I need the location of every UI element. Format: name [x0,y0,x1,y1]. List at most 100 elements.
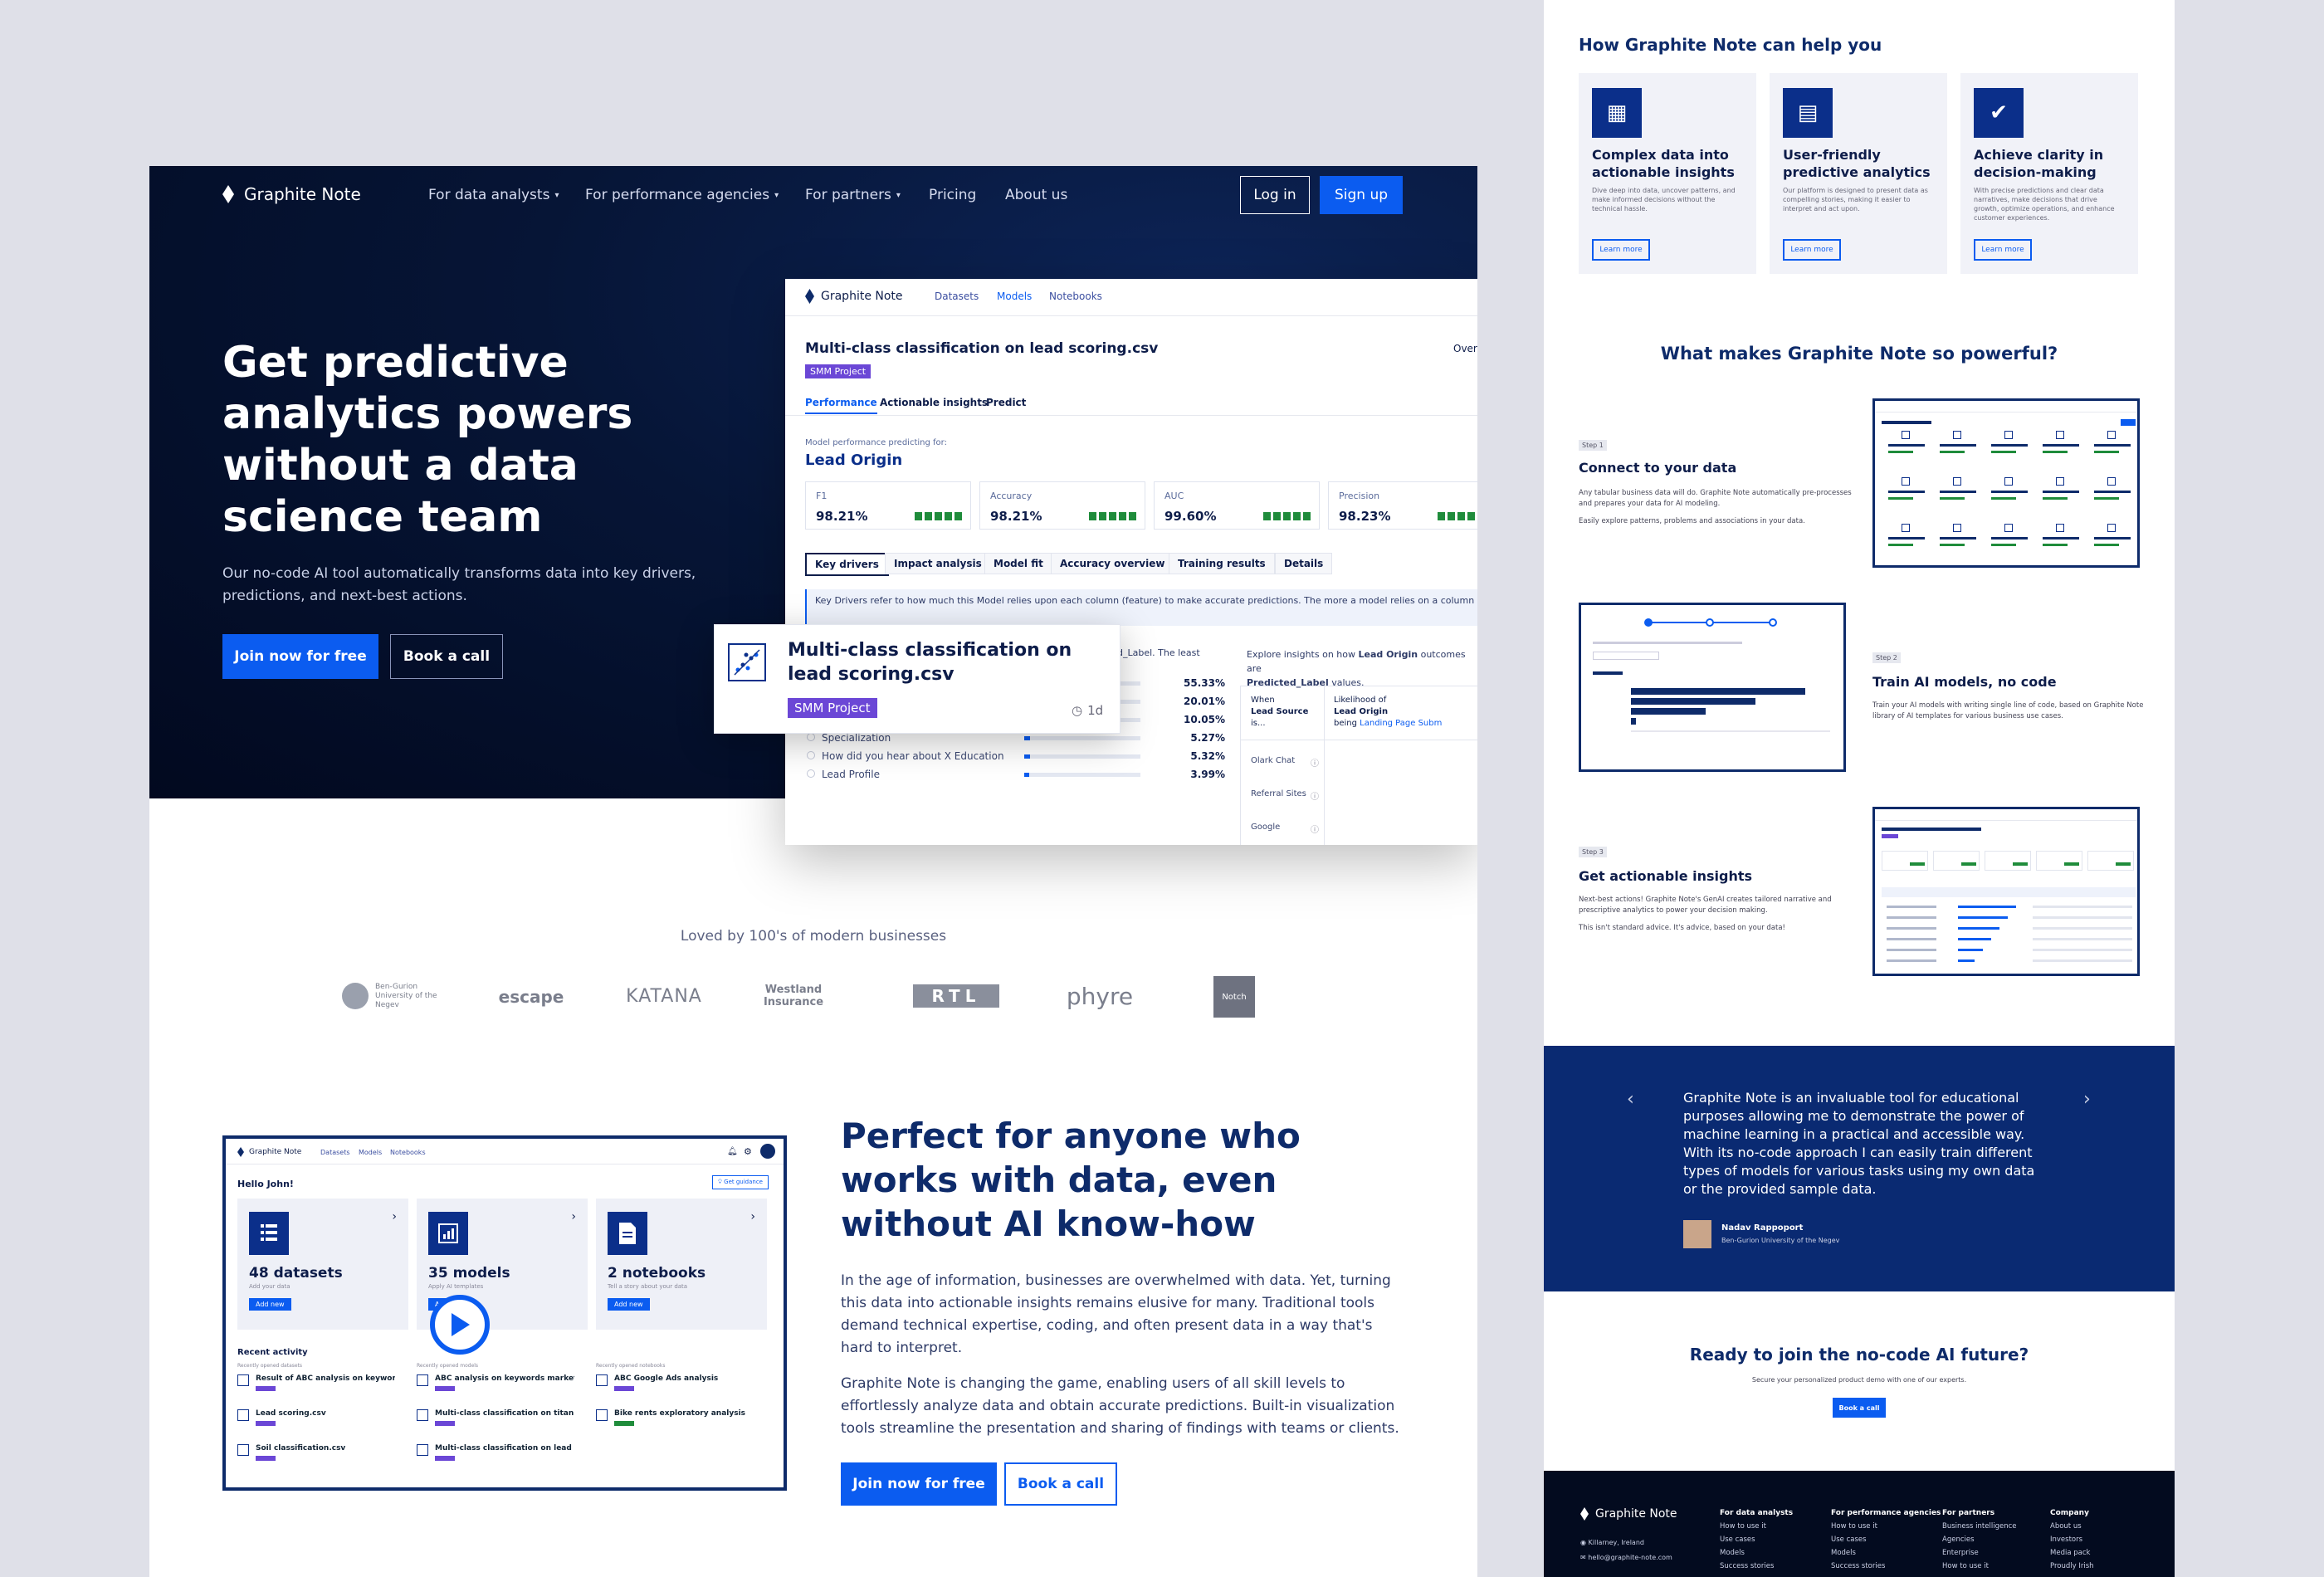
recent-item[interactable]: Lead scoring.csv [256,1409,395,1418]
book-call-button-2[interactable]: Book a call [1004,1462,1117,1506]
subtab-training-results[interactable]: Training results [1169,553,1275,574]
mini-file-tag [2043,451,2068,453]
footer-link[interactable]: How to use it [1942,1562,1989,1570]
mini-nav [1875,401,2137,413]
footer-link[interactable]: Use cases [1831,1536,1867,1544]
login-button[interactable]: Log in [1240,176,1310,214]
logo-ben-gurion: Ben-Gurion University of the Negev [342,979,450,1013]
datasets-card[interactable]: › 48 datasets Add your data Add new [237,1199,408,1330]
footer-link[interactable]: How to use it [1720,1522,1766,1531]
radio-icon[interactable] [807,751,815,759]
logo-notch: Notch [1213,976,1255,1018]
nav-performance-agencies[interactable]: For performance agencies ▾ [585,187,779,203]
mini-file-icon [1902,477,1910,486]
mini-row-right [2033,906,2132,908]
dash-nav-datasets[interactable]: Datasets [320,1149,350,1156]
mock-nav-notebooks[interactable]: Notebooks [1049,290,1102,302]
avatar[interactable] [760,1144,775,1159]
footer-link[interactable]: Models [1831,1549,1856,1557]
recent-item[interactable]: Bike rents exploratory analysis [614,1409,754,1418]
nav-data-analysts[interactable]: For data analysts ▾ [428,187,559,203]
footer-link[interactable]: Investors [2050,1536,2082,1544]
learn-more-button[interactable]: Learn more [1783,239,1841,261]
add-notebook-button[interactable]: Add new [608,1298,650,1311]
tab-actionable-insights[interactable]: Actionable insights [880,397,988,408]
mini-file-tag [1940,451,1965,453]
mock-nav-datasets[interactable]: Datasets [935,290,979,302]
learn-more-button[interactable]: Learn more [1592,239,1650,261]
footer-email[interactable]: ✉ hello@graphite-note.com [1580,1554,1672,1561]
radio-icon[interactable] [807,733,815,741]
being-link[interactable]: Landing Page Subm [1360,719,1442,728]
mini-file-tag [1991,451,2016,453]
mini-file-name [2094,444,2131,447]
learn-more-button[interactable]: Learn more [1974,239,2032,261]
metric-accuracy: Accuracy 98.21% [979,481,1145,530]
mini-row-right [2033,938,2132,940]
recent-item[interactable]: Soil classification.csv [256,1444,395,1452]
get-guidance-button[interactable]: 💡︎ Get guidance [712,1175,769,1189]
recent-item[interactable]: ABC analysis on keywords marketi... [435,1374,574,1383]
mock-nav-models[interactable]: Models [997,290,1032,302]
mini-file-icon [1953,477,1961,486]
footer-link[interactable]: Agencies [1942,1536,1975,1544]
next-arrow-icon[interactable]: › [2083,1089,2091,1110]
tab-predict[interactable]: Predict [986,397,1026,408]
nav-partners[interactable]: For partners ▾ [805,187,901,203]
footer-link[interactable]: Success stories [1720,1562,1774,1570]
bell-icon[interactable]: 🔔︎ [727,1147,738,1156]
metric-label: F1 [816,491,828,501]
notebooks-card[interactable]: › 2 notebooks Tell a story about your da… [596,1199,767,1330]
subtab-impact-analysis[interactable]: Impact analysis [885,553,991,574]
play-video-button[interactable] [430,1295,490,1355]
footer-link[interactable]: About us [2050,1522,2082,1531]
dash-nav-notebooks[interactable]: Notebooks [390,1149,426,1156]
add-dataset-button[interactable]: Add new [249,1298,291,1311]
file-icon [417,1409,428,1421]
mini-nav [1875,809,2137,821]
join-free-button[interactable]: Join now for free [222,634,378,679]
radio-icon[interactable] [807,769,815,778]
nav-pricing[interactable]: Pricing [929,187,976,203]
tab-performance[interactable]: Performance [805,397,877,414]
subtab-key-drivers[interactable]: Key drivers [805,553,889,576]
gear-icon[interactable]: ⚙ [744,1146,752,1157]
join-free-button-2[interactable]: Join now for free [841,1462,997,1506]
being-label: being [1334,719,1357,728]
footer-brand-name: Graphite Note [1595,1507,1677,1521]
signup-button[interactable]: Sign up [1320,176,1403,214]
notebooks-icon [608,1212,647,1255]
item-tag [256,1456,276,1461]
info-icon: ⓘ [1311,759,1319,769]
recent-item[interactable]: Result of ABC analysis on keyword... [256,1374,395,1383]
driver-name: Lead Profile [822,769,880,780]
subtab-details[interactable]: Details [1275,553,1333,574]
subtab-accuracy-overview[interactable]: Accuracy overview [1051,553,1174,574]
footer-link[interactable]: Proudly Irish [2050,1562,2094,1570]
likelihood-target: Lead Origin [1334,707,1389,716]
model-card-popup[interactable]: Multi-class classification on lead scori… [714,624,1120,734]
driver-bar [1024,736,1140,740]
book-call-button[interactable]: Book a call [390,634,503,679]
footer-brand[interactable]: Graphite Note [1580,1507,1677,1521]
footer-link[interactable]: How to use it [1831,1522,1877,1531]
footer-link[interactable]: Business intelligence [1942,1522,2017,1531]
recent-item[interactable]: Multi-class classification on titani... [435,1409,574,1418]
recent-item[interactable]: Multi-class classification on lead s... [435,1444,574,1452]
brand-logo[interactable]: Graphite Note [222,184,361,204]
prev-arrow-icon[interactable]: ‹ [1627,1089,1634,1110]
mini-metric-bars [2013,862,2028,866]
footer-link[interactable]: Success stories [1831,1562,1885,1570]
cta-book-call-button[interactable]: Book a call [1833,1398,1886,1418]
subtab-model-fit[interactable]: Model fit [984,553,1052,574]
nav-about[interactable]: About us [1005,187,1067,203]
recent-item[interactable]: ABC Google Ads analysis [614,1374,754,1383]
seal-icon [342,983,369,1009]
recent-notebooks-header: Recently opened notebooks [596,1363,666,1369]
footer-link[interactable]: Use cases [1720,1536,1755,1544]
dash-nav-models[interactable]: Models [359,1149,382,1156]
footer-link[interactable]: Models [1720,1549,1745,1557]
footer-link[interactable]: Media pack [2050,1549,2090,1557]
footer-link[interactable]: Enterprise [1942,1549,1979,1557]
mini-tag [1882,834,1898,838]
